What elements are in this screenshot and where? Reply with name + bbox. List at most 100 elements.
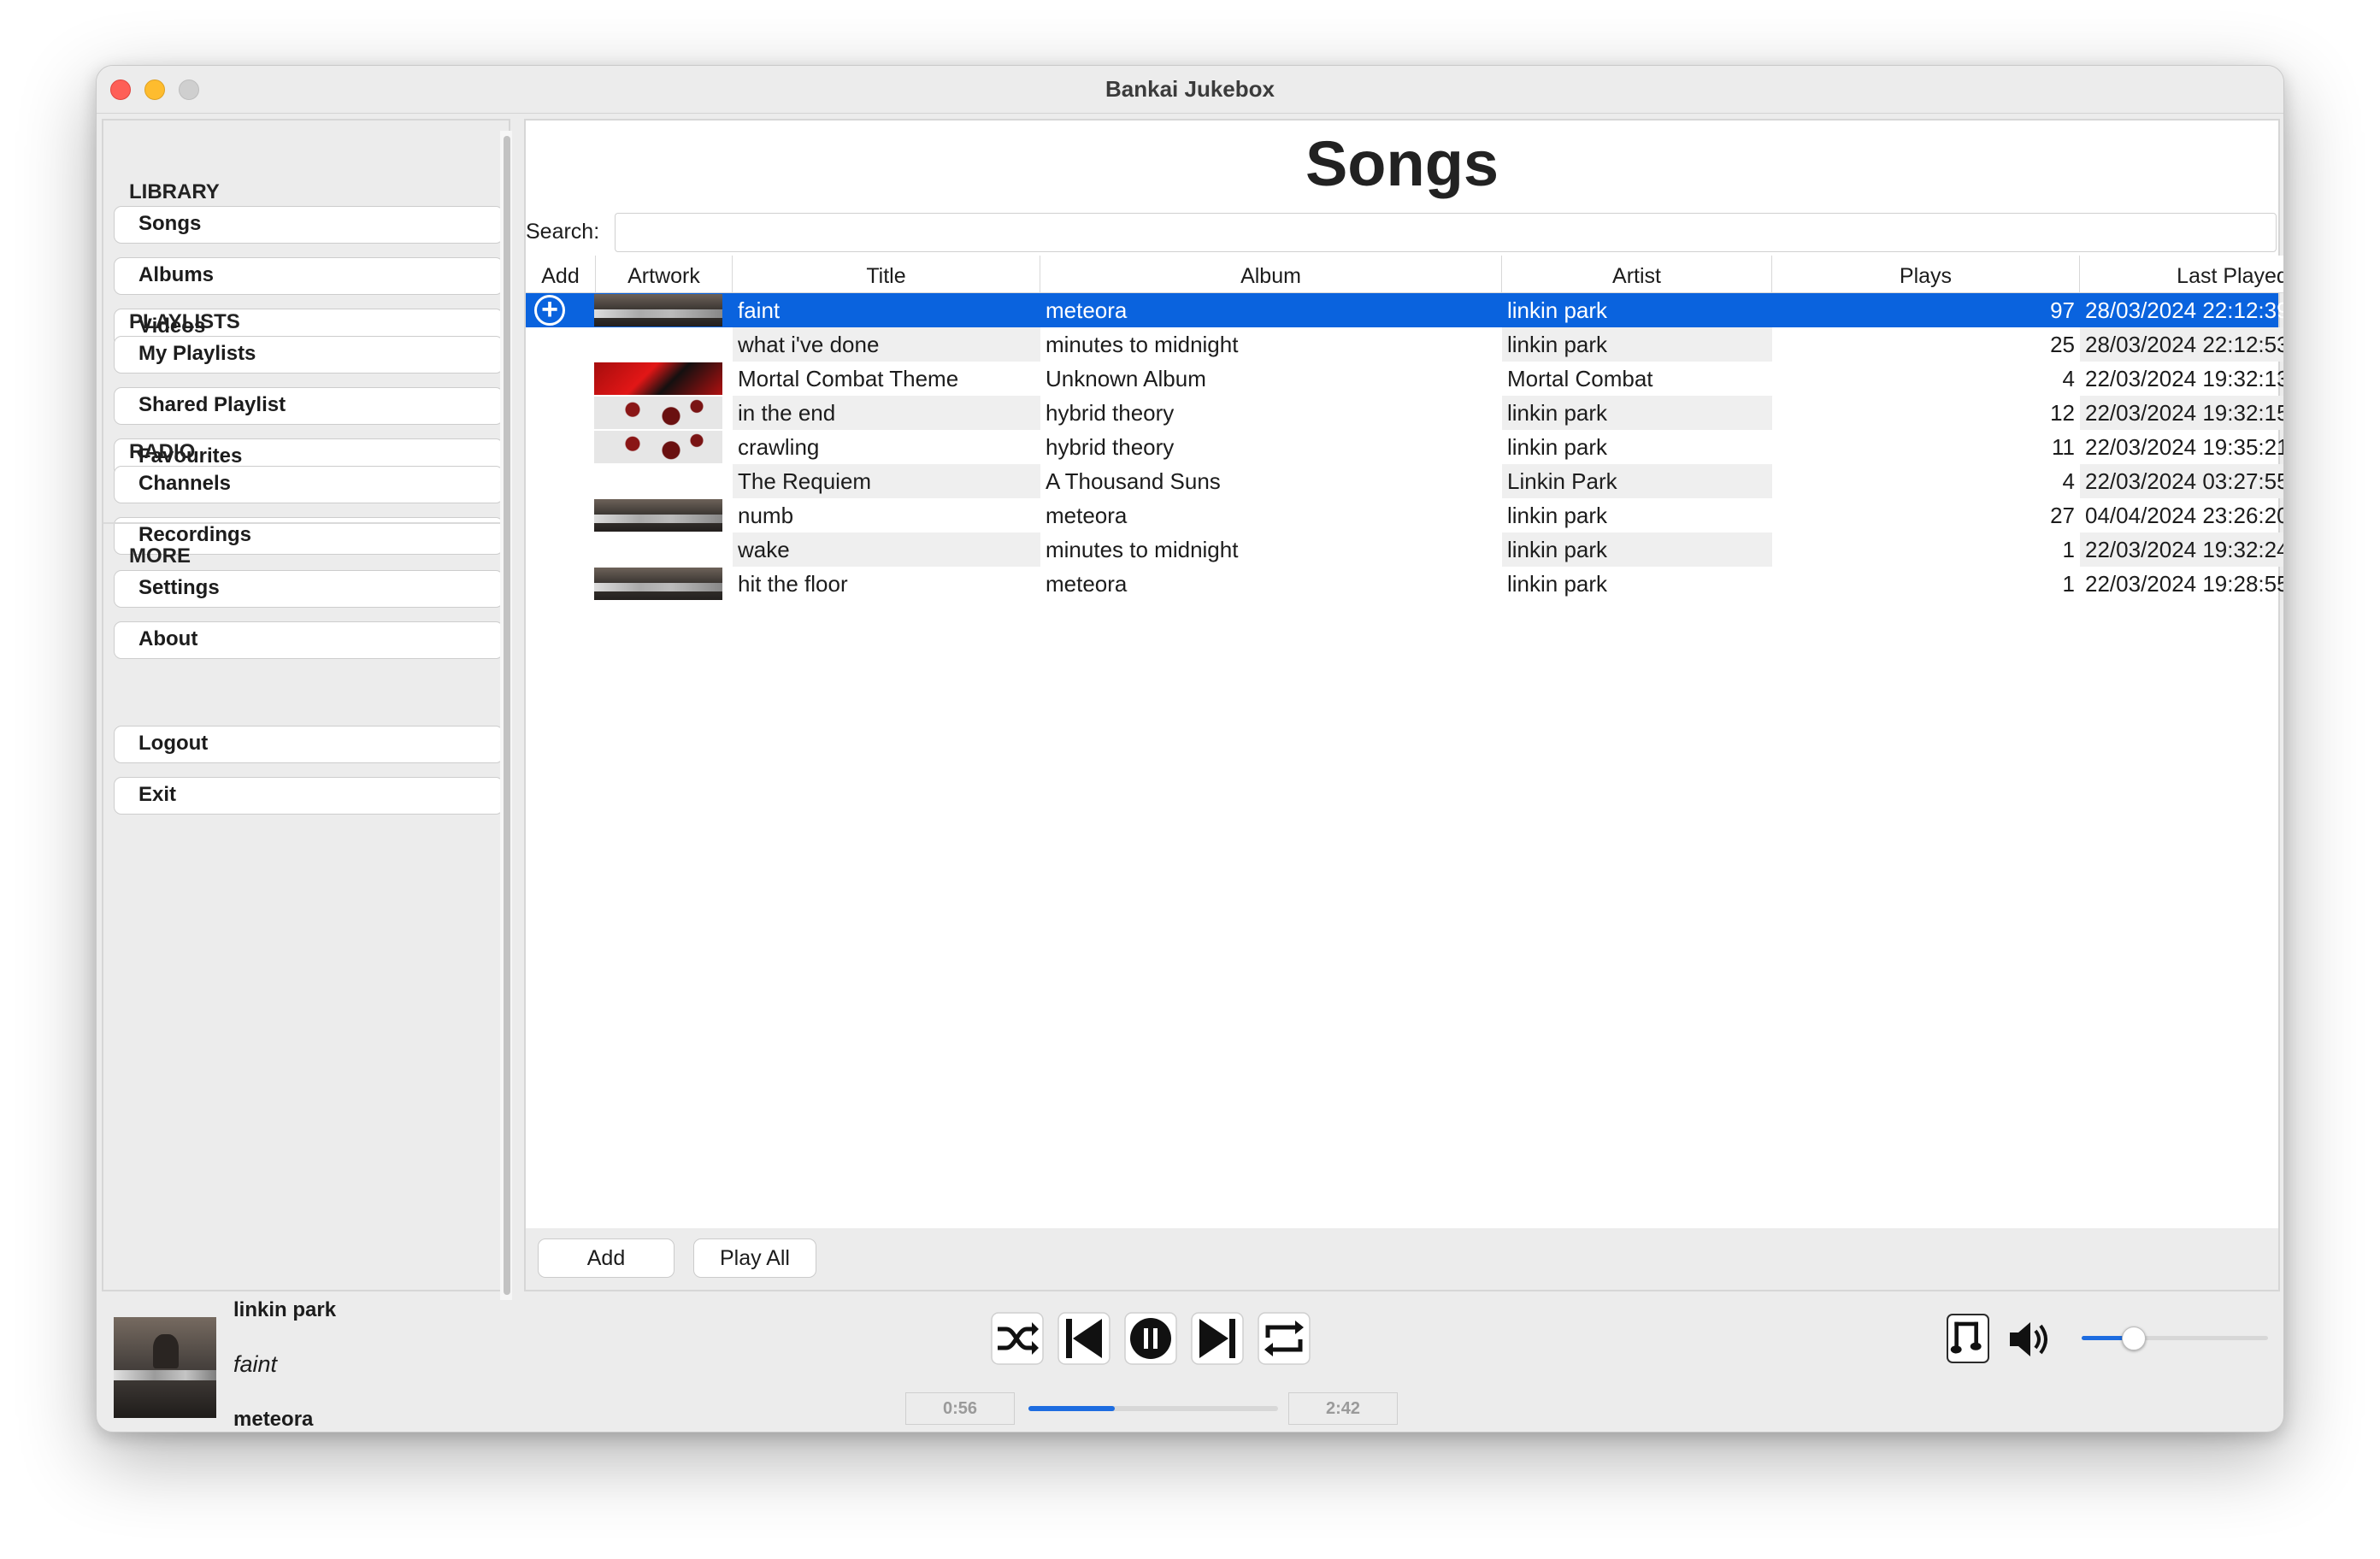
search-label: Search: bbox=[526, 220, 600, 244]
album-artwork bbox=[594, 397, 722, 429]
table-row[interactable]: The Requiem A Thousand Suns Linkin Park 4 22… bbox=[526, 464, 2283, 498]
main-panel: Songs Search: Add Artwork Title Album Artist… bbox=[524, 119, 2283, 1291]
cell-title: Mortal Combat Theme bbox=[738, 366, 959, 391]
pause-button[interactable] bbox=[1124, 1312, 1177, 1365]
repeat-icon bbox=[1258, 1312, 1311, 1365]
column-header-last-played[interactable]: Last Played bbox=[2080, 256, 2283, 293]
sidebar-scrollbar-thumb[interactable] bbox=[504, 136, 510, 1295]
column-header-artist[interactable]: Artist bbox=[1502, 256, 1772, 293]
table-row[interactable]: what i've done minutes to midnight linkin … bbox=[526, 327, 2283, 362]
sidebar-item-channels[interactable]: Channels bbox=[114, 466, 504, 503]
sidebar-item-shared-playlist[interactable]: Shared Playlist bbox=[114, 387, 504, 425]
volume-icon[interactable] bbox=[2005, 1315, 2053, 1363]
add-button[interactable]: Add bbox=[538, 1238, 675, 1278]
cell-plays: 11 bbox=[2052, 434, 2075, 460]
column-header-add[interactable]: Add bbox=[526, 256, 596, 293]
cell-last-played: 28/03/2024 22:12:39 bbox=[2085, 297, 2284, 323]
cell-album: minutes to midnight bbox=[1046, 332, 1239, 357]
previous-button[interactable] bbox=[1057, 1312, 1110, 1365]
sidebar-item-logout[interactable]: Logout bbox=[114, 726, 504, 763]
cell-album: A Thousand Suns bbox=[1046, 468, 1221, 494]
cell-artist: linkin park bbox=[1507, 297, 1608, 323]
search-input[interactable] bbox=[615, 213, 2277, 252]
lyrics-button[interactable] bbox=[1947, 1314, 1989, 1363]
add-to-queue-icon[interactable]: + bbox=[534, 295, 565, 326]
sidebar-heading-playlists: PLAYLISTS bbox=[129, 310, 240, 333]
sidebar-heading-radio: RADIO bbox=[129, 440, 196, 463]
window-title: Bankai Jukebox bbox=[1105, 76, 1275, 102]
sidebar-item-settings[interactable]: Settings bbox=[114, 570, 504, 608]
cell-plays: 97 bbox=[2050, 297, 2075, 323]
app-window: Bankai Jukebox LIBRARY Songs Albums Videos P… bbox=[96, 65, 2284, 1433]
total-duration: 2:42 bbox=[1288, 1392, 1398, 1425]
artwork-band bbox=[594, 515, 722, 523]
cell-last-played: 22/03/2024 19:32:24 bbox=[2080, 532, 2283, 567]
column-header-plays[interactable]: Plays bbox=[1772, 256, 2080, 293]
cell-title: The Requiem bbox=[733, 464, 1040, 498]
sidebar-item-exit[interactable]: Exit bbox=[114, 777, 504, 815]
cell-album: meteora bbox=[1046, 571, 1128, 597]
volume-knob[interactable] bbox=[2122, 1327, 2147, 1350]
cell-title: in the end bbox=[733, 396, 1040, 430]
album-artwork bbox=[594, 499, 722, 532]
album-artwork bbox=[594, 568, 722, 600]
cell-plays: 27 bbox=[2050, 503, 2075, 528]
artwork-figure bbox=[153, 1334, 179, 1368]
sidebar-divider bbox=[103, 522, 505, 524]
play-all-button[interactable]: Play All bbox=[693, 1238, 816, 1278]
cell-album: minutes to midnight bbox=[1046, 537, 1239, 562]
table-row[interactable]: numb meteora linkin park 27 04/04/2024 23:26… bbox=[526, 498, 2283, 532]
cell-album: hybrid theory bbox=[1046, 434, 1175, 460]
cell-plays: 12 bbox=[2050, 400, 2075, 426]
cell-last-played: 22/03/2024 19:35:21 bbox=[2085, 434, 2284, 460]
sidebar: LIBRARY Songs Albums Videos PLAYLISTS My Play… bbox=[102, 119, 510, 1291]
cell-title: numb bbox=[738, 503, 794, 528]
title-bar: Bankai Jukebox bbox=[97, 66, 2283, 114]
table-row[interactable]: + faint meteora linkin park 97 28/03/2024 22:… bbox=[526, 293, 2283, 327]
table-row[interactable]: hit the floor meteora linkin park 1 22/03/20… bbox=[526, 567, 2283, 601]
sidebar-item-about[interactable]: About bbox=[114, 621, 504, 659]
cell-title: wake bbox=[733, 532, 1040, 567]
volume-slider[interactable] bbox=[2082, 1327, 2268, 1350]
column-header-title[interactable]: Title bbox=[733, 256, 1040, 293]
cell-last-played: 22/03/2024 19:32:15 bbox=[2080, 396, 2283, 430]
artwork-band bbox=[594, 309, 722, 318]
shuffle-icon bbox=[991, 1312, 1044, 1365]
sidebar-item-albums[interactable]: Albums bbox=[114, 257, 504, 295]
cell-plays: 25 bbox=[2050, 332, 2075, 357]
artwork-band bbox=[114, 1370, 216, 1380]
cell-album: meteora bbox=[1046, 297, 1128, 323]
cell-last-played: 22/03/2024 19:28:55 bbox=[2085, 571, 2284, 597]
next-button[interactable] bbox=[1191, 1312, 1244, 1365]
cell-artist: linkin park bbox=[1507, 434, 1608, 460]
cell-title: crawling bbox=[738, 434, 820, 460]
album-artwork bbox=[594, 362, 722, 395]
table-actions-bar: Add Play All bbox=[526, 1228, 2278, 1290]
table-row[interactable]: wake minutes to midnight linkin park 1 22/03… bbox=[526, 532, 2283, 567]
progress-slider[interactable] bbox=[1028, 1406, 1278, 1411]
table-row[interactable]: Mortal Combat Theme Unknown Album Mortal C… bbox=[526, 362, 2283, 396]
cell-title: hit the floor bbox=[738, 571, 848, 597]
next-icon bbox=[1191, 1312, 1244, 1365]
column-header-album[interactable]: Album bbox=[1040, 256, 1502, 293]
table-row[interactable]: crawling hybrid theory linkin park 11 22/03/… bbox=[526, 430, 2283, 464]
cell-album: Unknown Album bbox=[1046, 366, 1206, 391]
column-header-artwork[interactable]: Artwork bbox=[596, 256, 733, 293]
shuffle-button[interactable] bbox=[991, 1312, 1044, 1365]
sidebar-heading-library: LIBRARY bbox=[129, 180, 220, 203]
sidebar-heading-more: MORE bbox=[129, 544, 191, 568]
cell-artist: Linkin Park bbox=[1502, 464, 1772, 498]
table-row[interactable]: in the end hybrid theory linkin park 12 22/0… bbox=[526, 396, 2283, 430]
cell-last-played: 22/03/2024 03:27:55 bbox=[2080, 464, 2283, 498]
cell-last-played: 04/04/2024 23:26:20 bbox=[2085, 503, 2284, 528]
cell-plays: 4 bbox=[2062, 468, 2075, 494]
page-title: Songs bbox=[1305, 128, 1499, 199]
sidebar-item-songs[interactable]: Songs bbox=[114, 206, 504, 244]
repeat-button[interactable] bbox=[1258, 1312, 1311, 1365]
previous-icon bbox=[1057, 1312, 1110, 1365]
cell-artist: linkin park bbox=[1502, 532, 1772, 567]
sidebar-item-my-playlists[interactable]: My Playlists bbox=[114, 336, 504, 374]
cell-plays: 4 bbox=[2062, 366, 2075, 391]
cell-title: faint bbox=[738, 297, 781, 323]
now-playing-artist: linkin park bbox=[233, 1298, 337, 1321]
